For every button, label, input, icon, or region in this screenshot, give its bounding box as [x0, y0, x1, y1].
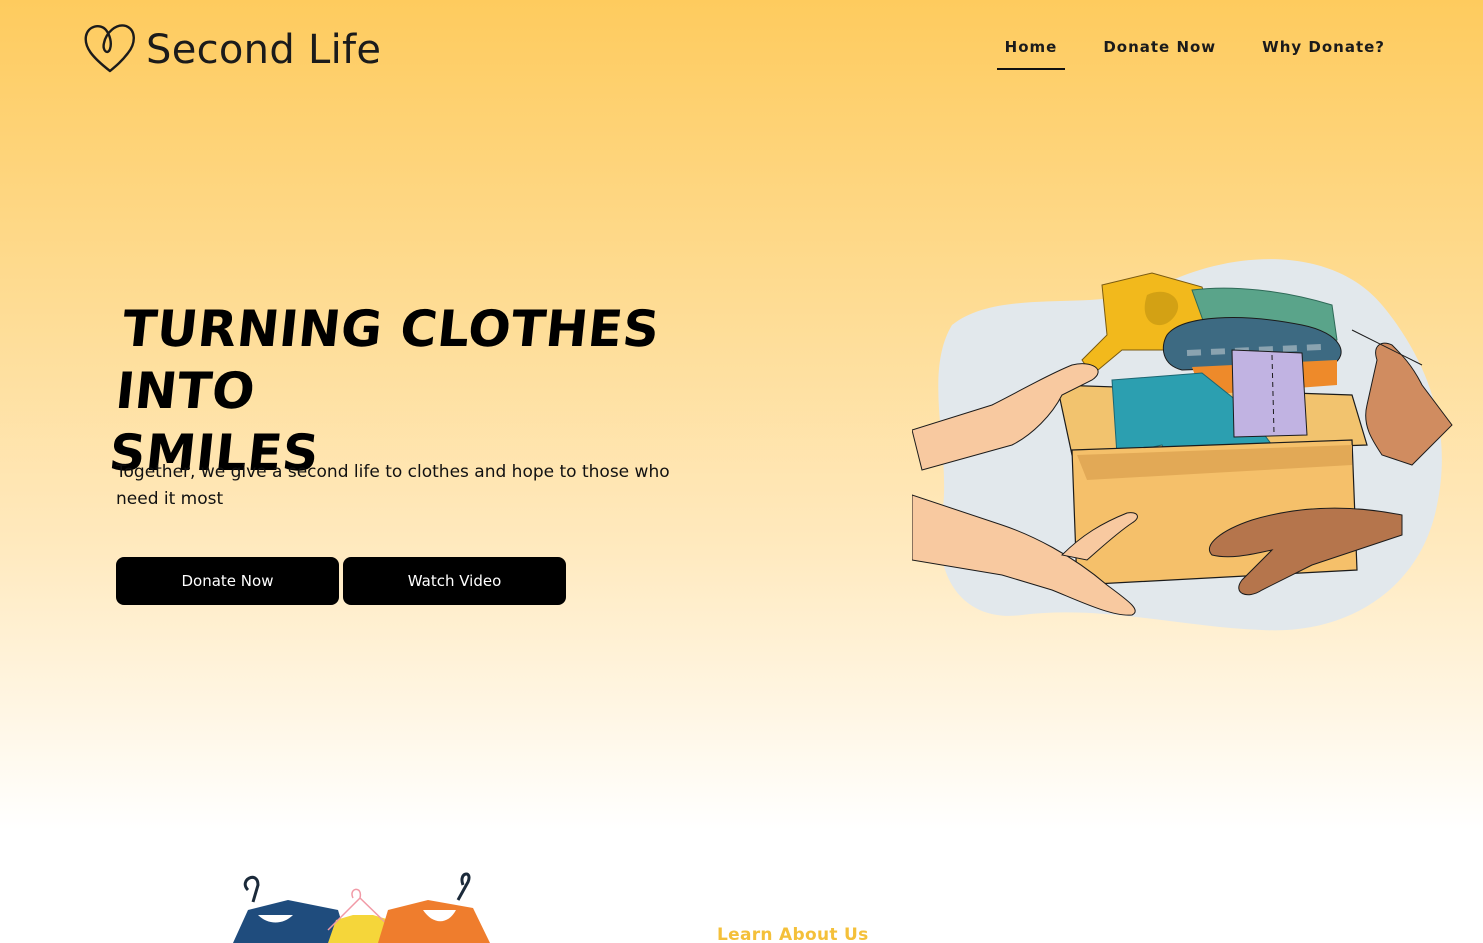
hangers-illustration: [228, 870, 498, 943]
hero-headline: TURNING CLOTHES INTO SMILES: [106, 298, 806, 484]
hero-buttons: Donate Now Watch Video: [116, 557, 566, 605]
donate-now-button[interactable]: Donate Now: [116, 557, 339, 605]
nav-why-donate[interactable]: Why Donate?: [1254, 30, 1393, 70]
heart-loop-icon: [82, 21, 138, 79]
main-nav: Home Donate Now Why Donate?: [967, 30, 1393, 70]
learn-about-us-link[interactable]: Learn About Us: [717, 925, 869, 943]
headline-line-1: TURNING CLOTHES INTO: [112, 300, 663, 420]
brand-name: Second Life: [146, 27, 382, 73]
nav-donate-now[interactable]: Donate Now: [1095, 30, 1224, 70]
donation-box-illustration: [911, 255, 1457, 640]
brand-logo[interactable]: Second Life: [82, 22, 402, 78]
hero-subtext: Together, we give a second life to cloth…: [116, 462, 670, 509]
watch-video-button[interactable]: Watch Video: [343, 557, 566, 605]
nav-home[interactable]: Home: [996, 30, 1066, 70]
